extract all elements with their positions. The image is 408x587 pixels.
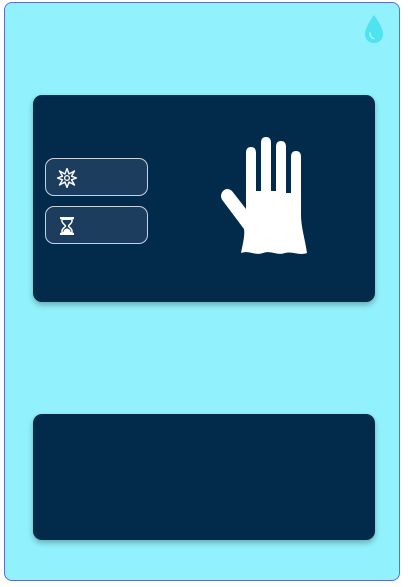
hourglass-icon	[60, 217, 74, 235]
empty-panel	[33, 414, 375, 540]
timer-button[interactable]	[45, 206, 148, 244]
sparkle-burst-icon	[57, 168, 77, 188]
water-drop-icon	[365, 15, 383, 43]
glove-hand-icon	[221, 137, 307, 254]
info-card	[33, 95, 375, 302]
app-frame	[4, 2, 400, 581]
sparkle-button[interactable]	[45, 158, 148, 196]
